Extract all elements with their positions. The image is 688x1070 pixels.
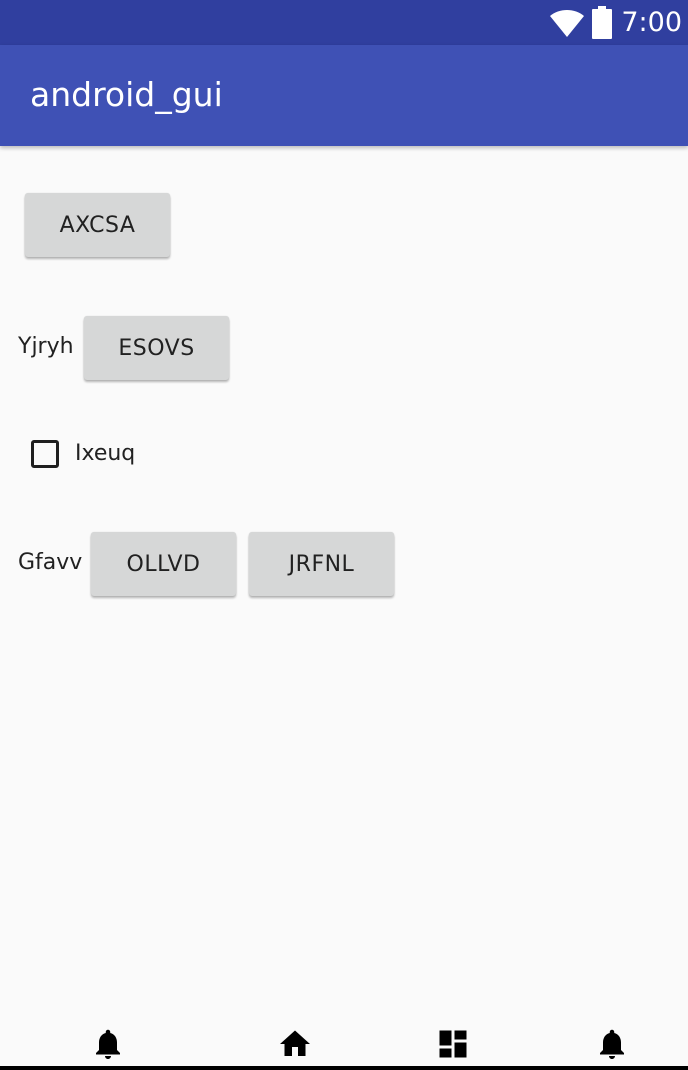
status-bar: 7:00 <box>0 0 688 45</box>
status-icons: 7:00 <box>549 0 682 45</box>
dashboard-icon[interactable] <box>435 1026 471 1062</box>
axcsa-button[interactable]: AXCSA <box>25 193 170 257</box>
row2-label: Gfavv <box>18 550 83 575</box>
battery-icon <box>592 6 613 39</box>
wifi-icon <box>550 9 585 37</box>
app-title: android_gui <box>30 75 223 114</box>
bottom-nav <box>0 1018 688 1070</box>
notification-icon[interactable] <box>594 1026 630 1062</box>
checkbox-label[interactable]: Ixeuq <box>75 441 135 466</box>
jrfnl-button[interactable]: JRFNL <box>249 532 394 596</box>
bottom-divider <box>0 1066 688 1070</box>
home-icon[interactable] <box>277 1026 313 1062</box>
ixeuq-checkbox[interactable] <box>31 440 59 468</box>
notification-icon[interactable] <box>90 1026 126 1062</box>
status-time: 7:00 <box>621 7 682 38</box>
esovs-button[interactable]: ESOVS <box>84 316 229 380</box>
app-bar: android_gui <box>0 45 688 146</box>
row1-label: Yjryh <box>18 334 74 359</box>
ollvd-button[interactable]: OLLVD <box>91 532 236 596</box>
